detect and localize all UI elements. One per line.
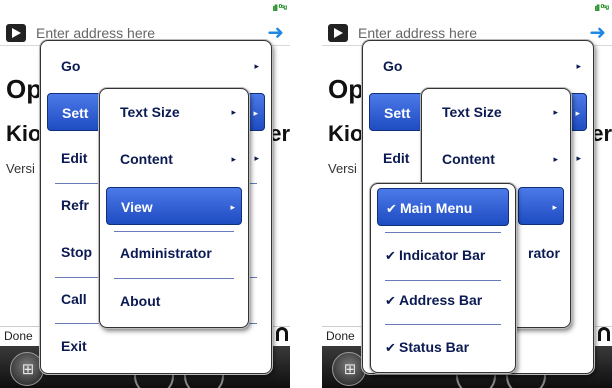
menu-item-go[interactable]: Go ▸ bbox=[47, 47, 265, 85]
menu-item-text-size[interactable]: Text Size ▸ bbox=[428, 93, 564, 131]
lock-icon bbox=[276, 327, 288, 341]
check-icon: ✔ bbox=[385, 248, 396, 263]
submenu-arrow-icon: ▸ bbox=[254, 153, 259, 163]
page-version: Versi bbox=[328, 161, 357, 176]
submenu-arrow-icon: ▸ bbox=[230, 202, 235, 212]
go-arrow-icon[interactable]: ➜ bbox=[267, 23, 284, 43]
menu-item-exit[interactable]: Exit bbox=[47, 327, 265, 365]
menu-item-view[interactable]: ▸ bbox=[518, 187, 564, 225]
menu-item-content[interactable]: Content ▸ bbox=[106, 140, 242, 178]
screen-left: ıll ⁰¹ᵍ ➜ Op Kio er Versi Done ⊞ Go▸ Set… bbox=[0, 0, 290, 388]
menu-item-view[interactable]: View ▸ bbox=[106, 187, 242, 225]
menu-separator bbox=[114, 231, 234, 232]
check-icon: ✔ bbox=[386, 201, 397, 216]
menu-separator bbox=[385, 232, 501, 233]
lock-icon bbox=[598, 327, 610, 341]
signal-icon: ıll ⁰¹ᵍ bbox=[272, 3, 288, 13]
submenu-arrow-icon: ▸ bbox=[231, 107, 236, 117]
screen-right: ıll ⁰¹ᵍ ➜ Op Kio er Versi Done ⊞ Go▸ Set… bbox=[322, 0, 612, 388]
submenu-arrow-icon: ▸ bbox=[253, 108, 258, 118]
menu-separator bbox=[114, 278, 234, 279]
status-text: Done bbox=[4, 329, 33, 343]
submenu-arrow-icon: ▸ bbox=[553, 107, 558, 117]
submenu-arrow-icon: ▸ bbox=[231, 154, 236, 164]
settings-submenu: Text Size ▸ Content ▸ View ▸ Administrator … bbox=[99, 88, 249, 328]
view-submenu: ✔ Main Menu ✔ Indicator Bar ✔ Address Bar ✔… bbox=[370, 183, 516, 373]
page-subtitle-tail: er bbox=[591, 121, 612, 146]
submenu-arrow-icon: ▸ bbox=[576, 153, 581, 163]
submenu-arrow-icon: ▸ bbox=[552, 202, 557, 212]
menu-item-indicator-bar[interactable]: ✔ Indicator Bar bbox=[377, 236, 509, 274]
menu-separator bbox=[385, 324, 501, 325]
page-subtitle: Kio bbox=[6, 121, 42, 146]
page-subtitle: Kio bbox=[328, 121, 364, 146]
submenu-arrow-icon: ▸ bbox=[576, 61, 581, 71]
status-text: Done bbox=[326, 329, 355, 343]
menu-item-administrator[interactable]: rator bbox=[514, 234, 564, 272]
page-title: Op bbox=[6, 74, 43, 104]
address-bar-icon[interactable] bbox=[6, 24, 26, 42]
status-strip: ıll ⁰¹ᵍ bbox=[0, 0, 290, 20]
menu-item-go[interactable]: Go ▸ bbox=[369, 47, 587, 85]
submenu-arrow-icon: ▸ bbox=[254, 61, 259, 71]
check-icon: ✔ bbox=[385, 340, 396, 355]
menu-item-administrator[interactable]: Administrator bbox=[106, 234, 242, 272]
check-icon: ✔ bbox=[385, 293, 396, 308]
submenu-arrow-icon: ▸ bbox=[575, 108, 580, 118]
menu-item-main-menu[interactable]: ✔ Main Menu bbox=[377, 188, 509, 226]
menu-item-status-bar[interactable]: ✔ Status Bar bbox=[377, 328, 509, 366]
menu-item-content[interactable]: Content ▸ bbox=[428, 140, 564, 178]
go-arrow-icon[interactable]: ➜ bbox=[589, 23, 606, 43]
page-subtitle-tail: er bbox=[269, 121, 290, 146]
menu-item-address-bar[interactable]: ✔ Address Bar bbox=[377, 281, 509, 319]
windows-start-icon[interactable]: ⊞ bbox=[10, 352, 44, 386]
status-strip: ıll ⁰¹ᵍ bbox=[322, 0, 612, 20]
signal-icon: ıll ⁰¹ᵍ bbox=[594, 3, 610, 13]
address-bar-icon[interactable] bbox=[328, 24, 348, 42]
menu-item-text-size[interactable]: Text Size ▸ bbox=[106, 93, 242, 131]
menu-item-about[interactable]: About bbox=[106, 282, 242, 320]
page-title: Op bbox=[328, 74, 365, 104]
windows-start-icon[interactable]: ⊞ bbox=[332, 352, 366, 386]
submenu-arrow-icon: ▸ bbox=[553, 154, 558, 164]
page-version: Versi bbox=[6, 161, 35, 176]
